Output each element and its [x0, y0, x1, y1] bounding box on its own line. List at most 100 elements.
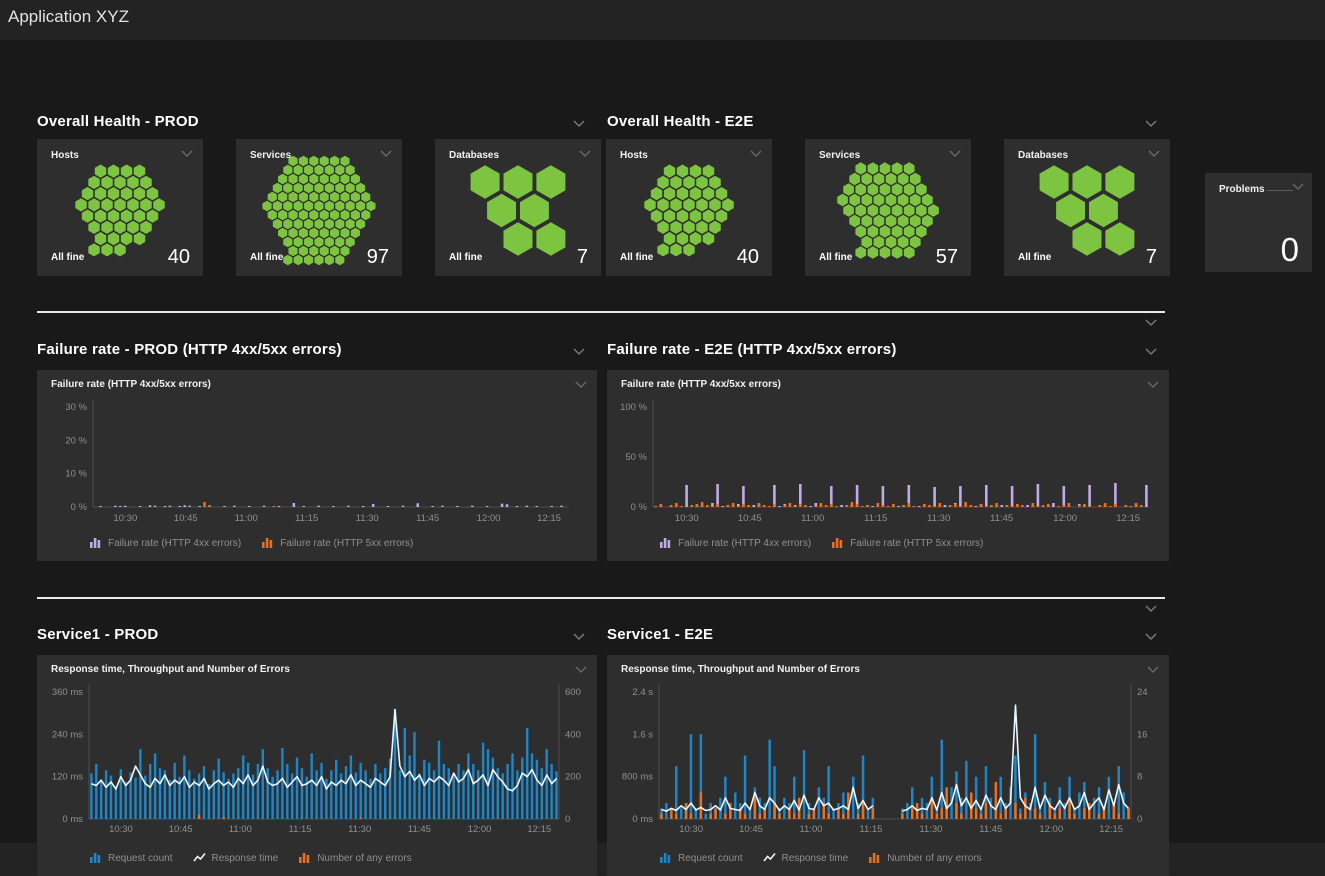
svg-text:12:15: 12:15 — [1116, 513, 1140, 524]
chevron-down-icon[interactable] — [1144, 318, 1158, 328]
svg-text:11:00: 11:00 — [229, 824, 252, 835]
entity-count: 7 — [1146, 246, 1157, 269]
legend-item[interactable]: Failure rate (HTTP 4xx errors) — [89, 537, 241, 549]
svg-text:10:30: 10:30 — [113, 513, 137, 524]
svg-text:10:45: 10:45 — [169, 824, 193, 835]
entity-count: 57 — [936, 246, 958, 269]
chevron-down-icon[interactable] — [1144, 347, 1158, 357]
legend-item[interactable]: Failure rate (HTTP 4xx errors) — [659, 537, 811, 549]
hexagon-grid — [464, 161, 572, 265]
chart-legend: Request count Response time Number of any … — [659, 852, 982, 864]
chevron-down-icon[interactable] — [578, 149, 592, 159]
hexagon-grid — [834, 159, 943, 266]
health-tile-databases-e2e[interactable]: Databases All fine 7 — [1004, 139, 1170, 276]
svg-text:11:15: 11:15 — [859, 824, 882, 835]
chevron-down-icon[interactable] — [1291, 182, 1305, 192]
chart-title: Response time, Throughput and Number of … — [621, 664, 860, 675]
status-text: All fine — [51, 252, 84, 263]
svg-text:360 ms: 360 ms — [52, 687, 83, 698]
chart-title: Failure rate (HTTP 4xx/5xx errors) — [51, 379, 211, 390]
svg-text:11:30: 11:30 — [356, 513, 379, 524]
health-tile-hosts-e2e[interactable]: Hosts All fine 40 — [606, 139, 772, 276]
legend-label: Request count — [678, 853, 743, 864]
chevron-down-icon[interactable] — [1146, 665, 1160, 675]
svg-text:800 ms: 800 ms — [622, 772, 653, 783]
svg-text:240 ms: 240 ms — [52, 729, 83, 740]
chart-tile-failure-e2e[interactable]: 100 %50 %0 %10:3010:4511:0011:1511:3011:… — [607, 370, 1169, 561]
tile-title: Hosts — [620, 150, 648, 161]
svg-text:11:15: 11:15 — [288, 824, 311, 835]
health-tile-databases-prod[interactable]: Databases All fine 7 — [435, 139, 601, 276]
section-header-failure-prod: Failure rate - PROD (HTTP 4xx/5xx errors… — [37, 341, 342, 358]
chevron-down-icon[interactable] — [749, 149, 763, 159]
entity-count: 40 — [168, 246, 190, 269]
section-divider — [37, 597, 1165, 599]
chevron-down-icon[interactable] — [379, 149, 393, 159]
legend-item[interactable]: Failure rate (HTTP 5xx errors) — [831, 537, 983, 549]
svg-text:0 ms: 0 ms — [632, 814, 653, 825]
legend-label: Response time — [782, 853, 849, 864]
chevron-down-icon[interactable] — [948, 149, 962, 159]
status-text: All fine — [620, 252, 653, 263]
legend-item[interactable]: Response time — [193, 852, 279, 864]
svg-text:0 %: 0 % — [71, 502, 88, 513]
legend-label: Failure rate (HTTP 5xx errors) — [850, 538, 983, 549]
entity-count: 97 — [367, 246, 389, 269]
chevron-down-icon[interactable] — [572, 632, 586, 642]
section-divider — [37, 311, 1165, 313]
svg-text:0 ms: 0 ms — [62, 814, 83, 825]
legend-label: Request count — [108, 853, 173, 864]
chart-area[interactable]: 30 %20 %10 %0 %10:3010:4511:0011:1511:30… — [37, 370, 597, 561]
health-tile-services-e2e[interactable]: Services All fine 57 — [805, 139, 971, 276]
legend-item[interactable]: Number of any errors — [868, 852, 981, 864]
svg-text:8: 8 — [1137, 772, 1142, 783]
chart-tile-failure-prod[interactable]: 30 %20 %10 %0 %10:3010:4511:0011:1511:30… — [37, 370, 597, 561]
tile-title: Problems — [1219, 184, 1265, 195]
chart-tile-service1-prod[interactable]: 360 ms240 ms120 ms0 ms600400200010:3010:… — [37, 655, 597, 876]
hexagon-grid — [72, 162, 169, 265]
legend-item[interactable]: Response time — [763, 852, 849, 864]
chart-title: Failure rate (HTTP 4xx/5xx errors) — [621, 379, 781, 390]
svg-text:0 %: 0 % — [631, 502, 648, 513]
section-header-service1-prod: Service1 - PROD — [37, 626, 158, 643]
legend-item[interactable]: Number of any errors — [298, 852, 411, 864]
svg-text:10:30: 10:30 — [679, 824, 703, 835]
legend-item[interactable]: Request count — [89, 852, 173, 864]
chevron-down-icon[interactable] — [574, 380, 588, 390]
entity-count: 7 — [577, 246, 588, 269]
health-tile-services-prod[interactable]: Services All fine 97 — [236, 139, 402, 276]
chevron-down-icon[interactable] — [180, 149, 194, 159]
chevron-down-icon[interactable] — [1144, 632, 1158, 642]
tile-title: Databases — [1018, 150, 1068, 161]
chevron-down-icon[interactable] — [572, 347, 586, 357]
chevron-down-icon[interactable] — [1144, 119, 1158, 129]
svg-text:11:00: 11:00 — [799, 824, 822, 835]
chevron-down-icon[interactable] — [1144, 604, 1158, 614]
chevron-down-icon[interactable] — [572, 119, 586, 129]
legend-item[interactable]: Failure rate (HTTP 5xx errors) — [261, 537, 413, 549]
health-tile-hosts-prod[interactable]: Hosts All fine 40 — [37, 139, 203, 276]
legend-label: Failure rate (HTTP 5xx errors) — [280, 538, 413, 549]
svg-text:400: 400 — [565, 729, 581, 740]
entity-count: 40 — [737, 246, 759, 269]
section-header-failure-e2e: Failure rate - E2E (HTTP 4xx/5xx errors) — [607, 341, 897, 358]
svg-text:11:15: 11:15 — [864, 513, 887, 524]
chevron-down-icon[interactable] — [574, 665, 588, 675]
problems-tile[interactable]: Problems 0 — [1205, 173, 1312, 272]
svg-text:600: 600 — [565, 687, 581, 698]
svg-text:11:15: 11:15 — [295, 513, 318, 524]
svg-text:11:45: 11:45 — [408, 824, 431, 835]
chart-area[interactable]: 2.4 s1.6 s800 ms0 ms24168010:3010:4511:0… — [607, 655, 1169, 876]
svg-text:120 ms: 120 ms — [52, 772, 83, 783]
hexagon-grid — [1033, 161, 1141, 265]
chart-tile-service1-e2e[interactable]: 2.4 s1.6 s800 ms0 ms24168010:3010:4511:0… — [607, 655, 1169, 876]
svg-text:12:00: 12:00 — [1039, 824, 1063, 835]
svg-text:12:15: 12:15 — [1099, 824, 1123, 835]
section-header-overall-health-e2e: Overall Health - E2E — [607, 113, 754, 130]
chart-area[interactable]: 360 ms240 ms120 ms0 ms600400200010:3010:… — [37, 655, 597, 876]
legend-item[interactable]: Request count — [659, 852, 743, 864]
chevron-down-icon[interactable] — [1146, 380, 1160, 390]
svg-text:11:00: 11:00 — [235, 513, 258, 524]
chevron-down-icon[interactable] — [1147, 149, 1161, 159]
chart-area[interactable]: 100 %50 %0 %10:3010:4511:0011:1511:3011:… — [607, 370, 1169, 561]
